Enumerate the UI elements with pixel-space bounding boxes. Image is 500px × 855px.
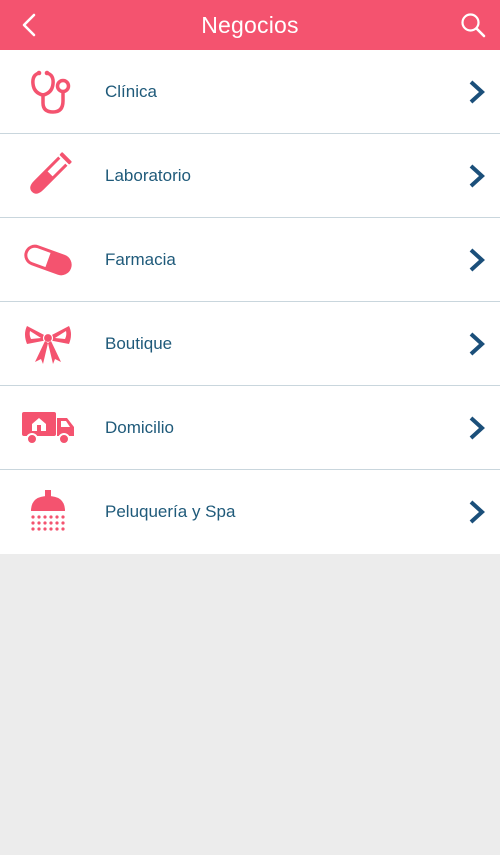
chevron-right-icon — [466, 78, 488, 106]
list-item-label: Clínica — [105, 82, 157, 101]
chevron-right-icon — [466, 414, 488, 442]
list-item-label: Domicilio — [105, 418, 174, 437]
list-item-label: Peluquería y Spa — [105, 502, 236, 521]
test-tube-icon — [18, 148, 78, 204]
chevron-left-icon — [22, 13, 36, 37]
list-item-label: Laboratorio — [105, 166, 192, 185]
list-item-laboratorio[interactable]: Laboratorio — [0, 134, 500, 218]
business-list: Clínica Laboratorio Farmacia Boutique Do… — [0, 50, 500, 554]
pill-icon — [18, 232, 78, 288]
chevron-right-icon — [466, 498, 488, 526]
list-item-farmacia[interactable]: Farmacia — [0, 218, 500, 302]
list-item-label: Farmacia — [105, 250, 176, 269]
back-button[interactable] — [12, 8, 46, 42]
page-title: Negocios — [201, 11, 299, 38]
search-icon — [461, 13, 486, 38]
chevron-right-icon — [466, 162, 488, 190]
chevron-right-icon — [466, 330, 488, 358]
list-item-boutique[interactable]: Boutique — [0, 302, 500, 386]
list-item-peluqueria-spa[interactable]: Peluquería y Spa — [0, 470, 500, 554]
list-item-clinica[interactable]: Clínica — [0, 50, 500, 134]
stethoscope-icon — [18, 64, 78, 120]
chevron-right-icon — [466, 246, 488, 274]
app-header: Negocios — [0, 0, 500, 50]
search-button[interactable] — [456, 8, 490, 42]
list-item-domicilio[interactable]: Domicilio — [0, 386, 500, 470]
delivery-truck-icon — [18, 400, 78, 456]
shower-icon — [18, 484, 78, 540]
bow-icon — [18, 316, 78, 372]
list-item-label: Boutique — [105, 334, 173, 353]
